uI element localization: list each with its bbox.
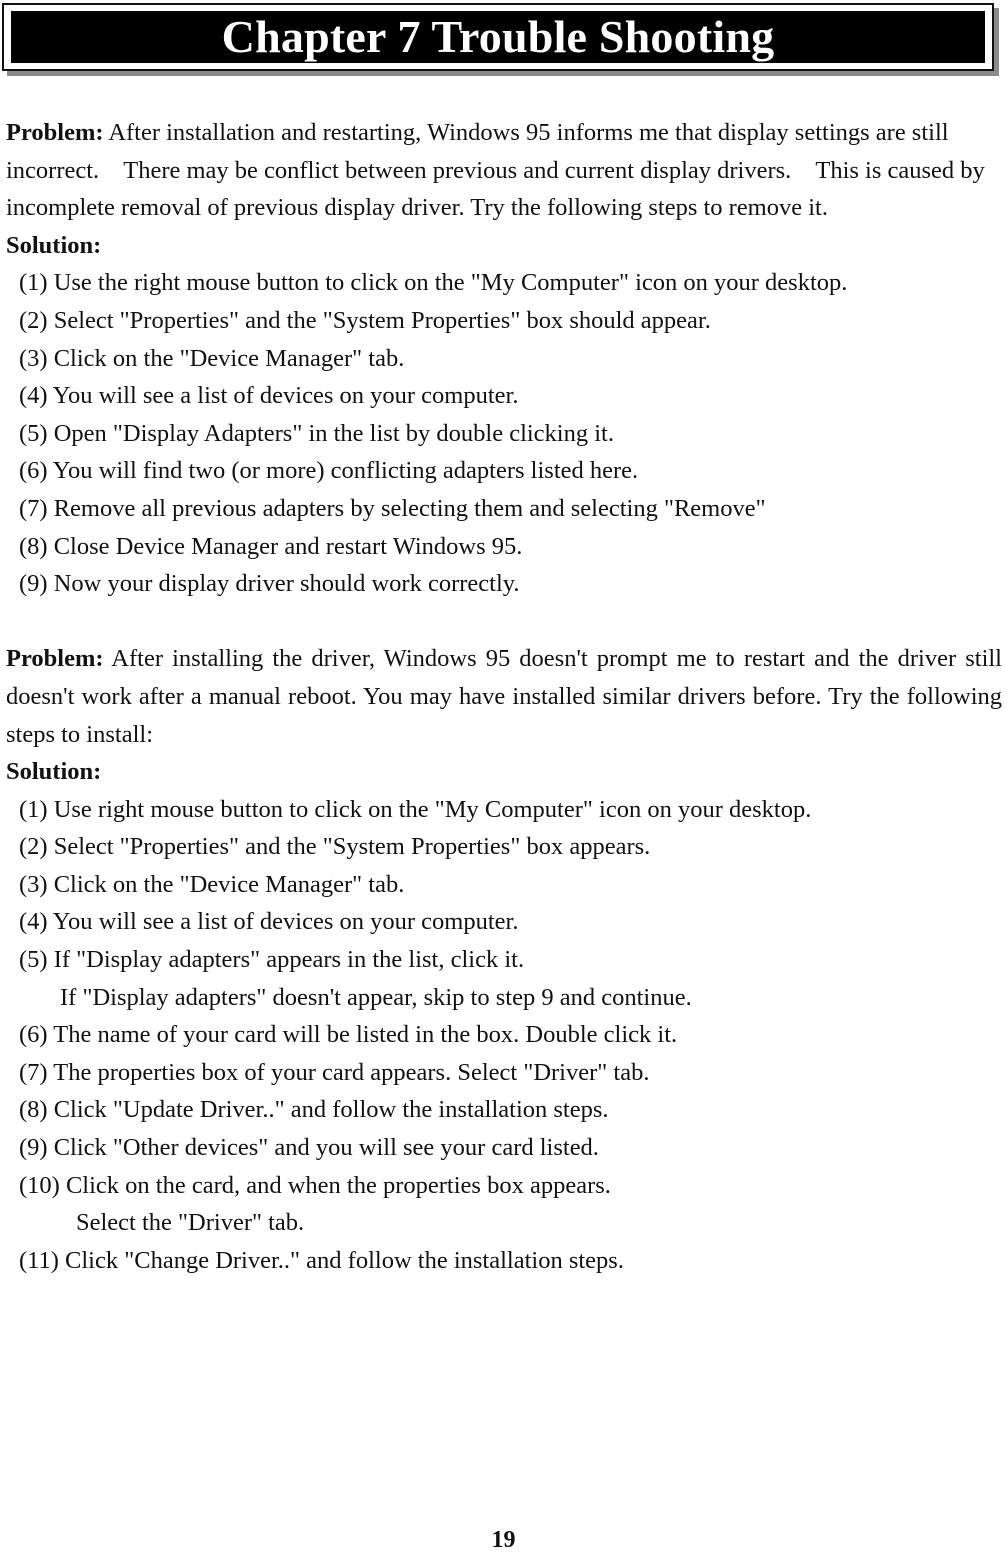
solution-step: (4) You will see a list of devices on yo… [6, 903, 1006, 941]
step-text: (6) You will find two (or more) conflict… [19, 457, 639, 485]
problem-text: After installation and restarting, Windo… [6, 119, 991, 222]
solution-step: (10) Click on the card, and when the pro… [6, 1167, 1006, 1242]
step-text: (6) The name of your card will be listed… [19, 1021, 678, 1049]
step-text: (9) Click "Other devices" and you will s… [19, 1134, 599, 1162]
solution-step: (1) Use right mouse button to click on t… [6, 791, 1006, 829]
solution-step: (4) You will see a list of devices on yo… [6, 377, 1006, 415]
step-text: (2) Select "Properties" and the "System … [19, 306, 711, 334]
chapter-title-bar: Chapter 7 Trouble Shooting [11, 11, 985, 63]
solution-step: (6) The name of your card will be listed… [6, 1016, 1006, 1054]
problem-label: Problem: [6, 645, 104, 673]
problem-section-2: Problem: After installing the driver, Wi… [6, 640, 1006, 1279]
solution-step: (5) Open "Display Adapters" in the list … [6, 415, 1006, 453]
solution-step: (8) Click "Update Driver.." and follow t… [6, 1091, 1006, 1129]
step-text: (10) Click on the card, and when the pro… [19, 1171, 611, 1199]
solution-step: (5) If "Display adapters" appears in the… [6, 941, 1006, 1016]
step-continuation: If "Display adapters" doesn't appear, sk… [60, 983, 692, 1011]
solution-step: (2) Select "Properties" and the "System … [6, 302, 1006, 340]
document-body: Problem: After installation and restarti… [6, 114, 1006, 1279]
problem-label: Problem: [6, 119, 104, 146]
problem-text: After installing the driver, Windows 95 … [6, 645, 1002, 748]
solution-step: (11) Click "Change Driver.." and follow … [6, 1242, 1006, 1280]
solution-step: (6) You will find two (or more) conflict… [6, 452, 1006, 490]
page-number: 19 [491, 1527, 516, 1553]
solution-step: (3) Click on the "Device Manager" tab. [6, 340, 1006, 378]
solution-steps: (1) Use the right mouse button to click … [6, 264, 1006, 602]
solution-step: (7) The properties box of your card appe… [6, 1054, 1006, 1092]
solution-label: Solution: [6, 231, 102, 259]
solution-step: (1) Use the right mouse button to click … [6, 264, 1006, 302]
step-text: (4) You will see a list of devices on yo… [19, 382, 519, 410]
step-text: (2) Select "Properties" and the "System … [19, 833, 651, 861]
problem-paragraph: Problem: After installing the driver, Wi… [6, 640, 1002, 753]
step-text: (8) Close Device Manager and restart Win… [19, 532, 523, 560]
chapter-title: Chapter 7 Trouble Shooting [221, 11, 775, 62]
step-continuation: Select the "Driver" tab. [76, 1209, 305, 1237]
solution-step: (2) Select "Properties" and the "System … [6, 828, 1006, 866]
solution-step: (9) Now your display driver should work … [6, 565, 1006, 603]
step-text: (4) You will see a list of devices on yo… [19, 908, 519, 936]
problem-section-1: Problem: After installation and restarti… [6, 114, 1006, 603]
solution-step: (3) Click on the "Device Manager" tab. [6, 866, 1006, 904]
solution-step: (8) Close Device Manager and restart Win… [6, 528, 1006, 566]
step-text: (8) Click "Update Driver.." and follow t… [19, 1096, 609, 1124]
step-text: (3) Click on the "Device Manager" tab. [19, 870, 405, 898]
problem-paragraph: Problem: After installation and restarti… [6, 114, 1006, 227]
step-text: (7) Remove all previous adapters by sele… [19, 494, 766, 522]
step-text: (11) Click "Change Driver.." and follow … [19, 1246, 624, 1274]
step-text: (5) Open "Display Adapters" in the list … [19, 419, 614, 447]
step-text: (5) If "Display adapters" appears in the… [19, 946, 525, 974]
step-text: (1) Use the right mouse button to click … [19, 269, 848, 297]
solution-label: Solution: [6, 758, 102, 786]
step-text: (9) Now your display driver should work … [19, 570, 520, 598]
step-text: (1) Use right mouse button to click on t… [19, 795, 812, 823]
solution-step: (9) Click "Other devices" and you will s… [6, 1129, 1006, 1167]
chapter-title-frame: Chapter 7 Trouble Shooting [2, 3, 994, 71]
step-text: (7) The properties box of your card appe… [19, 1058, 650, 1086]
solution-steps: (1) Use right mouse button to click on t… [6, 791, 1006, 1280]
solution-step: (7) Remove all previous adapters by sele… [6, 490, 1006, 528]
step-text: (3) Click on the "Device Manager" tab. [19, 344, 405, 372]
